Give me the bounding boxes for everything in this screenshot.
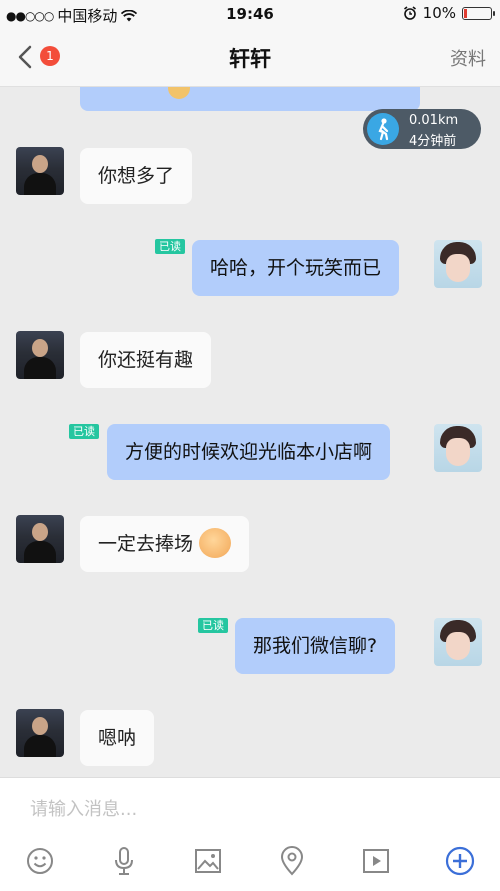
incoming-message[interactable]: 嗯呐 (80, 710, 155, 766)
read-badge: 已读 (198, 618, 228, 633)
my-avatar[interactable] (434, 240, 482, 288)
time-ago-text: 4分钟前 (409, 134, 457, 149)
shy-face-emoji-icon (199, 527, 232, 558)
incoming-message[interactable]: 一定去捧场 (80, 516, 250, 572)
profile-button[interactable]: 资料 (450, 45, 486, 71)
plus-icon[interactable] (444, 845, 476, 877)
incoming-message[interactable]: 你想多了 (80, 148, 193, 204)
walking-person-icon (367, 113, 399, 145)
emoji-icon (168, 87, 190, 99)
video-icon[interactable] (360, 845, 392, 877)
my-avatar[interactable] (434, 618, 482, 666)
image-icon[interactable] (192, 845, 224, 877)
my-avatar[interactable] (434, 424, 482, 472)
input-toolbar (0, 845, 500, 879)
outgoing-message[interactable]: 方便的时候欢迎光临本小店啊 (107, 424, 391, 480)
input-area: 请输入消息... (0, 777, 500, 891)
emoji-icon[interactable] (24, 845, 56, 877)
read-badge: 已读 (69, 424, 99, 439)
microphone-icon[interactable] (108, 845, 140, 877)
alarm-icon (403, 6, 416, 20)
nav-bar: 1 轩轩 资料 (0, 28, 500, 87)
page-title: 轩轩 (229, 47, 271, 71)
location-icon[interactable] (276, 845, 308, 877)
battery-percent: 10% (422, 4, 456, 22)
distance-pill[interactable]: 0.01km 4分钟前 (363, 109, 481, 149)
outgoing-message[interactable]: 哈哈，开个玩笑而已 (192, 240, 400, 296)
contact-avatar[interactable] (16, 331, 64, 379)
message-text: 一定去捧场 (98, 533, 194, 555)
read-badge: 已读 (155, 239, 185, 254)
outgoing-message[interactable]: 那我们微信聊? (235, 618, 396, 674)
incoming-message[interactable]: 你还挺有趣 (80, 332, 212, 388)
status-bar: ●●○○○ 中国移动 19:46 10% (0, 0, 500, 28)
contact-avatar[interactable] (16, 515, 64, 563)
message-bubble-partial[interactable] (80, 87, 420, 111)
distance-text: 0.01km (409, 113, 459, 128)
message-input[interactable]: 请输入消息... (30, 795, 137, 821)
battery-icon (462, 6, 495, 20)
contact-avatar[interactable] (16, 709, 64, 757)
chat-area[interactable]: 0.01km 4分钟前 你想多了 已读 哈哈，开个玩笑而已 你还挺有趣 已读 方… (0, 87, 500, 777)
contact-avatar[interactable] (16, 147, 64, 195)
